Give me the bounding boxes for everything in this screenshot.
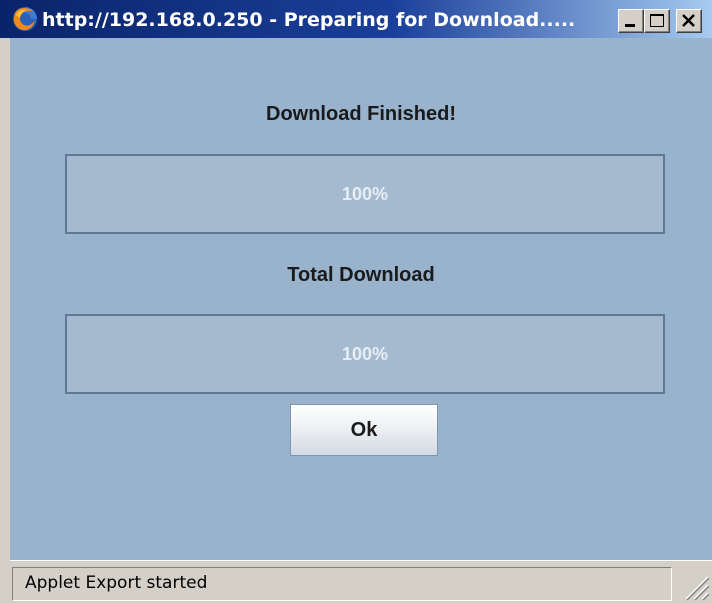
window-title: http://192.168.0.250 - Preparing for Dow… bbox=[42, 9, 576, 31]
title-bar[interactable]: http://192.168.0.250 - Preparing for Dow… bbox=[0, 0, 712, 38]
maximize-icon bbox=[650, 14, 664, 27]
total-progress-bar: 100% bbox=[65, 314, 665, 394]
file-progress-label: 100% bbox=[341, 183, 389, 204]
file-progress-bar: 100% bbox=[65, 154, 665, 234]
maximize-button[interactable] bbox=[644, 9, 670, 33]
close-button[interactable] bbox=[676, 9, 702, 33]
firefox-icon bbox=[13, 7, 37, 31]
resize-grip-icon[interactable] bbox=[680, 571, 710, 601]
file-status-heading: Download Finished! bbox=[266, 103, 456, 125]
download-panel: Download Finished! 100% Total Download 1… bbox=[10, 38, 712, 560]
minimize-icon bbox=[625, 24, 635, 27]
status-bar: Applet Export started bbox=[10, 560, 712, 603]
ok-button[interactable]: Ok bbox=[290, 404, 438, 456]
total-progress-label: 100% bbox=[341, 343, 389, 364]
status-text: Applet Export started bbox=[12, 567, 672, 601]
browser-popup-window: http://192.168.0.250 - Preparing for Dow… bbox=[0, 0, 712, 603]
total-download-heading: Total Download bbox=[287, 264, 435, 286]
minimize-button[interactable] bbox=[618, 9, 644, 33]
close-icon bbox=[682, 14, 695, 27]
